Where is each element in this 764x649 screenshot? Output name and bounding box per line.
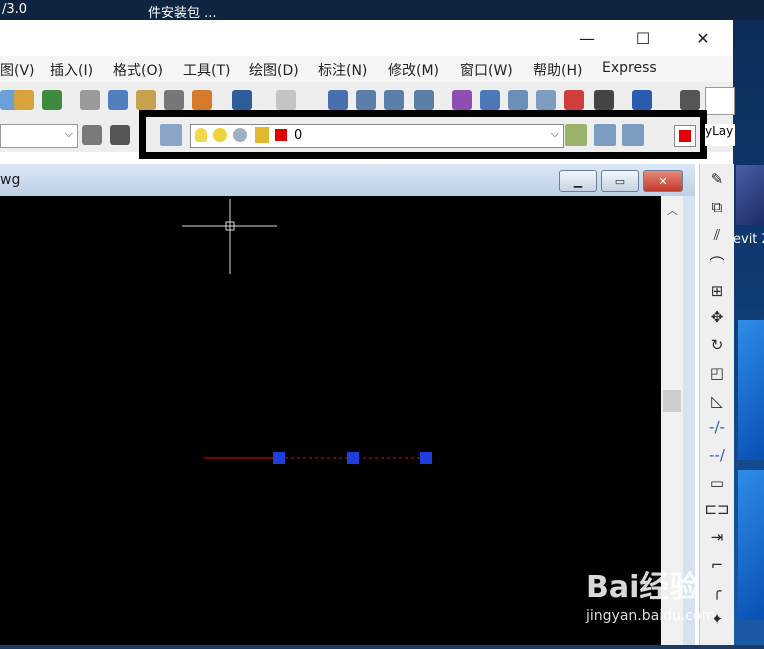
grip-start [273, 452, 285, 464]
chamfer-icon[interactable]: ⌐ [706, 554, 728, 576]
offset-icon[interactable]: ⌒ [706, 252, 728, 274]
scale-icon[interactable]: ◰ [706, 362, 728, 384]
web-icon[interactable] [42, 90, 62, 110]
stretch-icon[interactable]: ◺ [706, 390, 728, 412]
drawing-restore-button[interactable]: ▭ [601, 170, 639, 192]
mirror-icon[interactable]: ⫽ [706, 224, 728, 246]
menu-modify[interactable]: 修改(M) [388, 60, 439, 80]
baidu-watermark-logo: Bai经验 [586, 570, 700, 605]
redo-icon[interactable] [276, 90, 296, 110]
grip-mid [347, 452, 359, 464]
join-icon[interactable]: ⇥ [706, 526, 728, 548]
make-current-layer-icon[interactable] [565, 124, 587, 146]
viewport-freeze-icon [233, 128, 247, 142]
menu-dimension[interactable]: 标注(N) [318, 60, 367, 80]
pan-icon[interactable] [328, 90, 348, 110]
properties-icon[interactable] [452, 90, 472, 110]
layer-states-icon[interactable] [622, 124, 644, 146]
rotate-icon[interactable]: ↻ [706, 334, 728, 356]
lightbulb-icon [195, 128, 207, 142]
close-icon: ✕ [696, 28, 710, 48]
chevron-down-icon: ⌵ [550, 127, 559, 140]
design-center-icon[interactable] [480, 90, 500, 110]
erase-icon[interactable]: ✎ [706, 168, 728, 190]
copy-icon[interactable]: ⧉ [706, 196, 728, 218]
workspace-icon[interactable] [110, 125, 130, 145]
paste-icon[interactable] [136, 90, 156, 110]
zoom-window-icon[interactable] [384, 90, 404, 110]
calculator-icon[interactable] [594, 90, 614, 110]
drawing-canvas[interactable] [0, 196, 661, 645]
drawing-close-button[interactable]: ✕ [643, 170, 683, 192]
workspace-combo[interactable]: ⌵ [0, 124, 78, 148]
zoom-previous-icon[interactable] [414, 90, 434, 110]
close-button[interactable]: ✕ [680, 24, 726, 52]
minimize-button[interactable]: — [564, 24, 610, 52]
scroll-thumb[interactable] [663, 390, 681, 412]
menu-draw[interactable]: 绘图(D) [249, 60, 299, 80]
menu-help[interactable]: 帮助(H) [533, 60, 582, 80]
menu-format[interactable]: 格式(O) [113, 60, 163, 80]
menu-tools[interactable]: 工具(T) [183, 60, 230, 80]
undo-icon[interactable] [232, 90, 252, 110]
sun-icon [213, 128, 227, 142]
move-icon[interactable]: ✥ [706, 306, 728, 328]
minimize-icon: ▁ [573, 174, 583, 188]
menu-view[interactable]: 图(V) [0, 60, 35, 80]
drawing-title: wg [0, 172, 21, 188]
desktop-text-left: /3.0 [2, 2, 28, 17]
modify-toolbar: ✎ ⧉ ⫽ ⌒ ⊞ ✥ ↻ ◰ ◺ -/- --/ ▭ ⊏⊐ ⇥ ⌐ ╭ ✦ [699, 164, 734, 645]
scroll-up-icon[interactable]: ︿ [667, 202, 678, 218]
layer-previous-icon[interactable] [594, 124, 616, 146]
text-style-icon[interactable] [680, 90, 700, 110]
extend-icon[interactable]: --/ [706, 444, 728, 466]
match-prop-icon[interactable] [164, 90, 184, 110]
menu-window[interactable]: 窗口(W) [460, 60, 513, 80]
layer-manager-icon[interactable] [160, 124, 182, 146]
grip-end [420, 452, 432, 464]
red-color-swatch [679, 130, 691, 142]
crosshair-cursor [182, 199, 277, 274]
trim-icon[interactable]: -/- [706, 416, 728, 438]
baidu-watermark-url: jingyan.baidu.com [586, 608, 716, 624]
workspace-settings-icon[interactable] [82, 125, 102, 145]
fillet-icon[interactable]: ╭ [706, 580, 728, 602]
markup-icon[interactable] [564, 90, 584, 110]
array-icon[interactable]: ⊞ [706, 280, 728, 302]
brush-icon[interactable] [192, 90, 212, 110]
publish-icon[interactable] [14, 90, 34, 110]
cut-icon[interactable] [80, 90, 100, 110]
menu-bar: 图(V) 插入(I) 格式(O) 工具(T) 绘图(D) 标注(N) 修改(M)… [0, 56, 733, 82]
color-control[interactable] [674, 125, 696, 147]
break-at-point-icon[interactable]: ⊏⊐ [704, 498, 729, 520]
maximize-icon: ☐ [635, 28, 651, 48]
minimize-icon: — [579, 28, 595, 48]
desktop-top-strip: /3.0 件安装包 ... [0, 0, 764, 21]
maximize-button[interactable]: ☐ [620, 24, 666, 52]
close-icon: ✕ [658, 174, 668, 188]
sheet-set-icon[interactable] [536, 90, 556, 110]
windows-logo-tile [738, 470, 764, 620]
tool-palettes-icon[interactable] [508, 90, 528, 110]
revit-desktop-icon-label: evit 2 [733, 232, 764, 247]
current-layer-name: 0 [294, 128, 303, 143]
menu-insert[interactable]: 插入(I) [50, 60, 93, 80]
revit-desktop-icon[interactable] [736, 165, 764, 225]
help-icon[interactable] [632, 90, 652, 110]
menu-express[interactable]: Express [602, 60, 657, 76]
zoom-realtime-icon[interactable] [356, 90, 376, 110]
linetype-combo[interactable]: yLay [705, 124, 735, 146]
color-swatch [275, 129, 287, 141]
break-icon[interactable]: ▭ [706, 472, 728, 494]
lock-icon [255, 127, 269, 143]
chevron-down-icon: ⌵ [64, 127, 73, 140]
drawing-minimize-button[interactable]: ▁ [559, 170, 597, 192]
windows-logo-tile [738, 320, 764, 460]
restore-icon: ▭ [614, 174, 626, 188]
desktop-text-mid: 件安装包 ... [148, 6, 217, 21]
copy-clip-icon[interactable] [108, 90, 128, 110]
layer-dropdown[interactable]: 0 ⌵ [190, 124, 564, 148]
canvas-svg [182, 199, 432, 464]
text-style-combo[interactable] [705, 87, 735, 115]
